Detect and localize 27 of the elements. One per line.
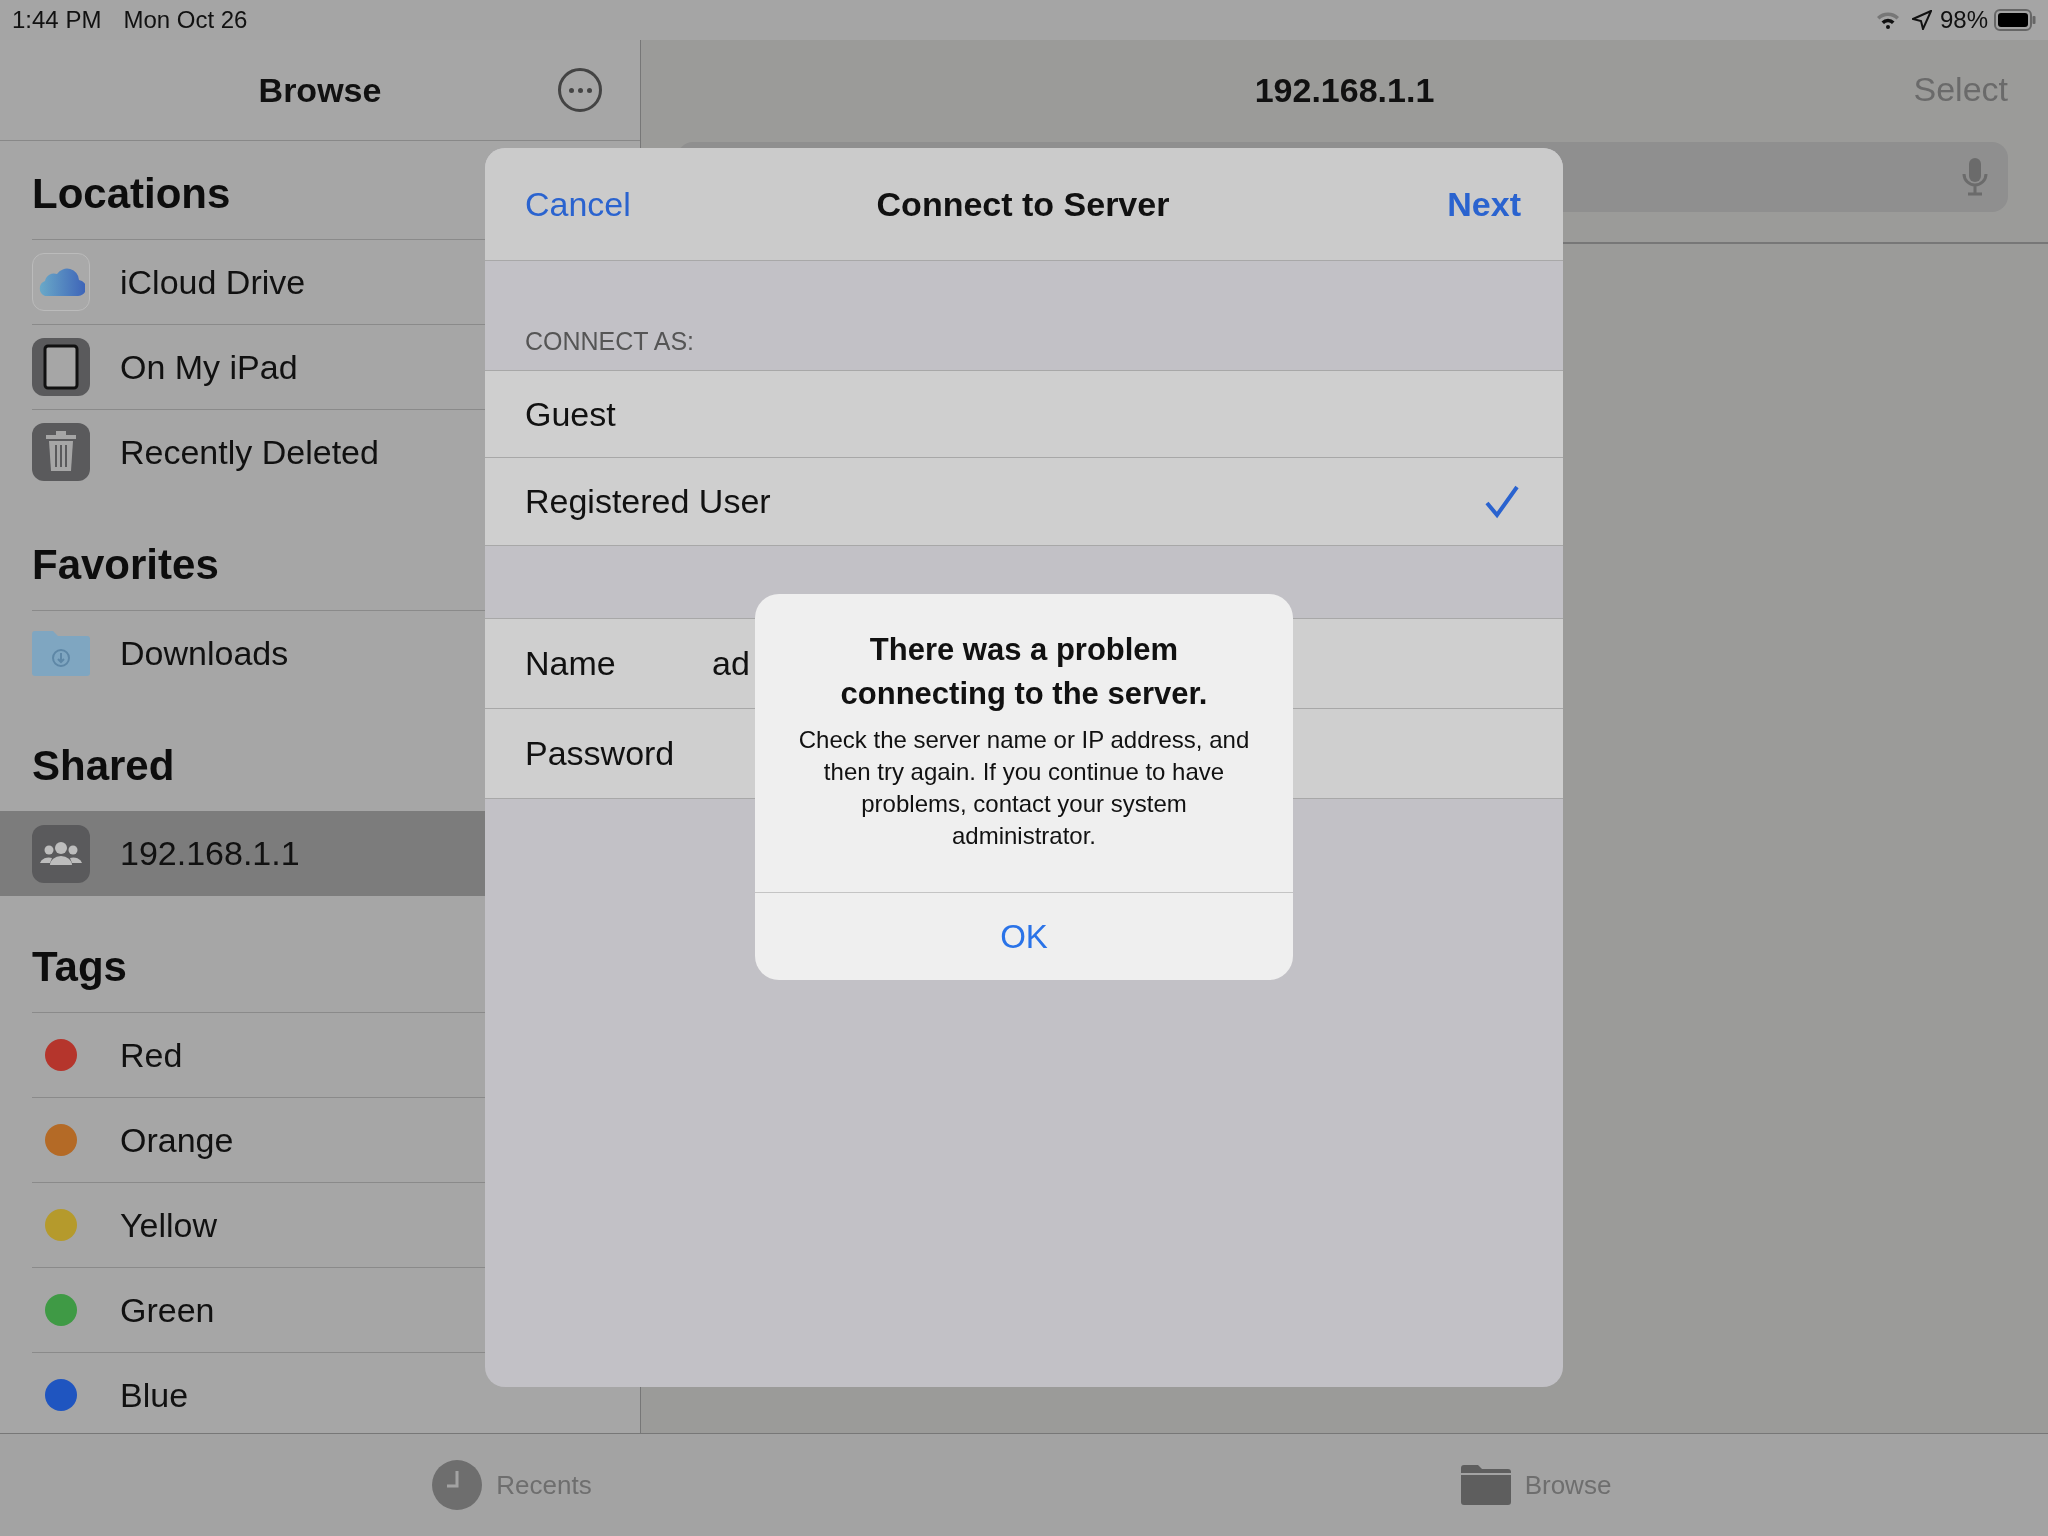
alert-title: There was a problem connecting to the server.	[839, 631, 1209, 713]
item-label: Yellow	[120, 1205, 218, 1245]
status-time: 1:44 PM	[12, 6, 102, 34]
option-label: Registered User	[525, 482, 771, 521]
item-label: Recently Deleted	[120, 432, 379, 472]
item-label: On My iPad	[120, 347, 298, 387]
alert-message: Check the server name or IP address, and then try again. If you continue to have problems, contact your system administrator.	[797, 725, 1251, 851]
item-label: Red	[120, 1035, 183, 1075]
item-label: Orange	[120, 1120, 234, 1160]
item-label: Green	[120, 1290, 215, 1330]
battery-percentage: 98%	[1939, 6, 1988, 34]
section-title: Shared	[31, 741, 176, 791]
sidebar-title: Browse	[258, 70, 382, 110]
section-title: Tags	[31, 942, 128, 992]
dialog-title: Connect to Server	[876, 184, 1170, 224]
field-label: Name	[525, 644, 617, 683]
item-label: iCloud Drive	[120, 262, 306, 302]
section-title: Favorites	[31, 540, 220, 590]
item-label: Downloads	[120, 633, 289, 673]
item-label: Blue	[120, 1375, 189, 1415]
section-label: CONNECT AS:	[524, 326, 696, 357]
section-title: Locations	[31, 169, 232, 219]
field-label: Password	[525, 734, 676, 773]
option-label: Guest	[525, 394, 616, 434]
status-date: Mon Oct 26	[123, 6, 248, 34]
item-label: 192.168.1.1	[120, 834, 300, 873]
folder-title: 192.168.1.1	[1254, 70, 1435, 110]
